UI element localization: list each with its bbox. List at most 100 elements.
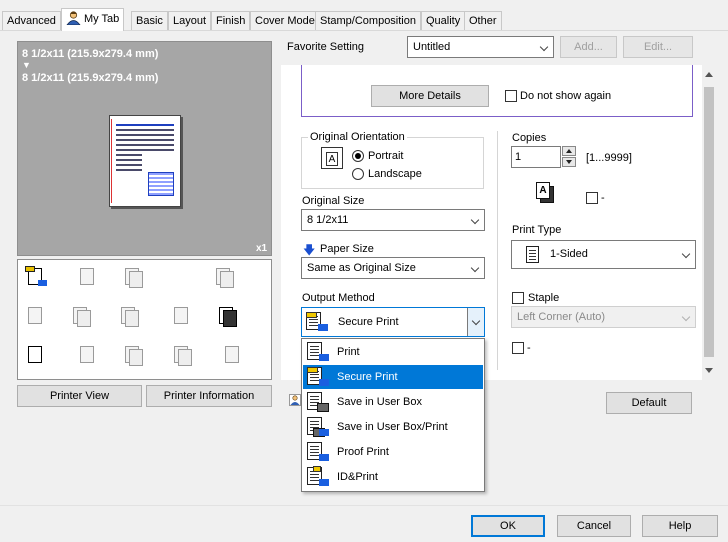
output-option-print[interactable]: Print (303, 340, 483, 364)
stamp-status-icon (171, 344, 193, 366)
secure-print-icon (306, 312, 328, 332)
tray-status-icon (222, 344, 244, 366)
staple-label: Staple (528, 292, 560, 304)
cover-status-icon (216, 305, 238, 327)
column-divider (497, 131, 498, 370)
add-favorite-button[interactable]: Add... (560, 36, 617, 58)
image-block (148, 172, 174, 196)
paper-size-label: Paper Size (320, 243, 374, 255)
copies-indicator: x1 (256, 243, 268, 254)
binding-line (111, 119, 112, 203)
copies-label: Copies (512, 132, 547, 144)
favorite-setting-select[interactable]: Untitled (407, 36, 554, 58)
orientation-status-icon (77, 266, 99, 288)
color-status-icon (25, 344, 47, 366)
tab-other[interactable]: Other (464, 11, 502, 31)
scroll-up-icon[interactable] (705, 72, 713, 77)
output-method-dropdown: Print Secure Print Save in User Box Save… (301, 338, 485, 492)
print-type-select[interactable]: 1-Sided (511, 240, 696, 269)
original-size-label: Original Size (302, 195, 365, 207)
copies-decrement-button[interactable] (562, 157, 576, 167)
scroll-down-icon[interactable] (705, 368, 713, 373)
dialog-divider (0, 505, 728, 506)
watermark-status-icon (171, 305, 193, 327)
do-not-show-again-label: Do not show again (520, 90, 612, 102)
size-arrow-icon: ▼ (22, 60, 31, 70)
tab-basic[interactable]: Basic (131, 11, 168, 31)
collate-checkbox[interactable] (586, 192, 598, 204)
function-icon-grid (17, 259, 272, 380)
do-not-show-again-checkbox[interactable] (505, 90, 517, 102)
punch-label: - (527, 342, 531, 354)
secure-print-icon (307, 367, 329, 387)
staple-position-select[interactable]: Left Corner (Auto) (511, 306, 696, 328)
fold-status-icon (122, 344, 144, 366)
print-icon (307, 342, 329, 362)
duplex-status-icon (122, 266, 144, 288)
chevron-down-icon (681, 312, 691, 322)
printer-information-button[interactable]: Printer Information (146, 385, 272, 407)
tab-layout[interactable]: Layout (168, 11, 212, 31)
output-option-id-print[interactable]: ID&Print (303, 465, 483, 489)
edit-favorite-button[interactable]: Edit... (623, 36, 693, 58)
printer-view-button[interactable]: Printer View (17, 385, 142, 407)
collate-icon: A (534, 182, 556, 204)
print-type-label: Print Type (512, 224, 562, 236)
punch-checkbox[interactable] (512, 342, 524, 354)
one-sided-icon (526, 246, 539, 263)
id-print-icon (307, 466, 329, 487)
paper-size-text: 8 1/2x11 (215.9x279.4 mm) (22, 72, 159, 84)
chevron-down-icon (471, 316, 481, 326)
chevron-down-icon (681, 249, 691, 259)
output-method-select[interactable]: Secure Print (301, 307, 485, 337)
tab-my-tab[interactable]: My Tab (61, 8, 125, 31)
original-size-text: 8 1/2x11 (215.9x279.4 mm) (22, 48, 159, 60)
page-thumbnail (109, 115, 181, 207)
more-details-button[interactable]: More Details (371, 85, 489, 107)
chevron-down-icon (539, 42, 549, 52)
tab-cover-mode[interactable]: Cover Mode (250, 11, 320, 31)
user-box-icon (307, 392, 329, 412)
original-size-select[interactable]: 8 1/2x11 (301, 209, 485, 231)
output-option-save-in-user-box-print[interactable]: Save in User Box/Print (303, 415, 483, 439)
chevron-down-icon (470, 263, 480, 273)
copies-range: [1...9999] (586, 152, 632, 164)
arrow-down-icon (566, 160, 572, 164)
staple-checkbox[interactable] (512, 292, 524, 304)
font-status-icon (118, 305, 140, 327)
cancel-button[interactable]: Cancel (557, 515, 631, 537)
user-status-icon (289, 394, 301, 406)
output-method-label: Output Method (302, 292, 375, 304)
booklet-status-icon (70, 305, 92, 327)
proof-print-icon (307, 442, 329, 462)
ok-button[interactable]: OK (471, 515, 545, 537)
scrollbar-thumb[interactable] (704, 87, 714, 357)
secure-print-status-icon (25, 266, 47, 288)
output-option-save-in-user-box[interactable]: Save in User Box (303, 390, 483, 414)
landscape-label: Landscape (368, 168, 422, 180)
copies-increment-button[interactable] (562, 146, 576, 156)
paper-size-select[interactable]: Same as Original Size (301, 257, 485, 279)
tab-finish[interactable]: Finish (211, 11, 251, 31)
copies-input[interactable]: 1 (511, 146, 561, 168)
tab-stamp-composition[interactable]: Stamp/Composition (315, 11, 421, 31)
details-box (301, 65, 693, 117)
staple-status-icon (25, 305, 47, 327)
help-button[interactable]: Help (642, 515, 718, 537)
output-option-proof-print[interactable]: Proof Print (303, 440, 483, 464)
punch-status-icon (77, 344, 99, 366)
tab-strip: Advanced My Tab Basic Layout Finish Cove… (0, 8, 728, 32)
landscape-radio[interactable] (352, 168, 364, 180)
collate-label: - (601, 192, 605, 204)
tab-quality[interactable]: Quality (421, 11, 466, 31)
favorite-setting-label: Favorite Setting (287, 41, 365, 53)
output-option-secure-print[interactable]: Secure Print (303, 365, 483, 389)
arrow-up-icon (566, 149, 572, 153)
portrait-radio[interactable] (352, 150, 364, 162)
tab-advanced[interactable]: Advanced (2, 11, 61, 31)
combination-status-icon (213, 266, 235, 288)
default-button[interactable]: Default (606, 392, 692, 414)
chevron-down-icon (470, 215, 480, 225)
user-box-print-icon (307, 417, 329, 437)
portrait-label: Portrait (368, 150, 404, 162)
